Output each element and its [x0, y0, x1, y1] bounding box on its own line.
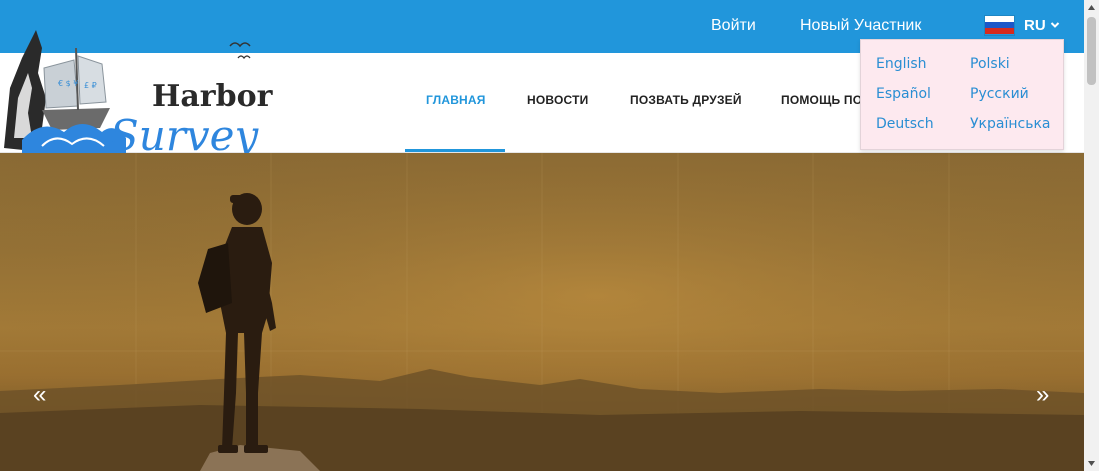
language-code: RU: [1024, 16, 1046, 34]
language-option-ukrainian[interactable]: Українська: [970, 116, 1050, 132]
svg-text:€ $ ¥: € $ ¥: [58, 79, 78, 88]
logo-text-survey: Survey: [110, 111, 259, 156]
language-selector[interactable]: RU: [984, 12, 1060, 38]
nav-item-help[interactable]: ПОМОЩЬ ПО: [781, 93, 862, 107]
login-link[interactable]: Войти: [711, 17, 756, 35]
sailing-ship-logo[interactable]: € $ ¥ £ ₽ Harbor Survey: [2, 28, 277, 156]
russian-flag-icon: [984, 14, 1015, 36]
logo-text-harbor: Harbor: [152, 79, 274, 114]
scroll-down-arrow-icon[interactable]: [1084, 456, 1099, 471]
nav-item-news[interactable]: НОВОСТИ: [527, 93, 588, 107]
scrollbar-thumb[interactable]: [1087, 17, 1096, 85]
chevron-down-icon: [1050, 22, 1059, 28]
new-member-link[interactable]: Новый Участник: [800, 17, 921, 35]
hero-image: [0, 153, 1084, 471]
nav-item-home[interactable]: ГЛАВНАЯ: [426, 93, 486, 107]
language-option-polish[interactable]: Polski: [970, 56, 1010, 72]
language-option-russian[interactable]: Русский: [970, 86, 1029, 102]
slider-next-button[interactable]: »: [1036, 383, 1049, 407]
page-scrollbar[interactable]: [1084, 0, 1099, 471]
nav-item-invite-friends[interactable]: ПОЗВАТЬ ДРУЗЕЙ: [630, 93, 742, 107]
language-option-spanish[interactable]: Español: [876, 86, 931, 102]
language-option-german[interactable]: Deutsch: [876, 116, 934, 132]
scroll-up-arrow-icon[interactable]: [1084, 0, 1099, 15]
language-option-english[interactable]: English: [876, 56, 927, 72]
svg-text:£ ₽: £ ₽: [84, 81, 97, 90]
language-dropdown-menu: English Polski Español Русский Deutsch У…: [860, 39, 1064, 150]
hero-slider: [0, 153, 1084, 471]
slider-prev-button[interactable]: «: [33, 383, 46, 407]
active-nav-indicator: [405, 149, 505, 152]
